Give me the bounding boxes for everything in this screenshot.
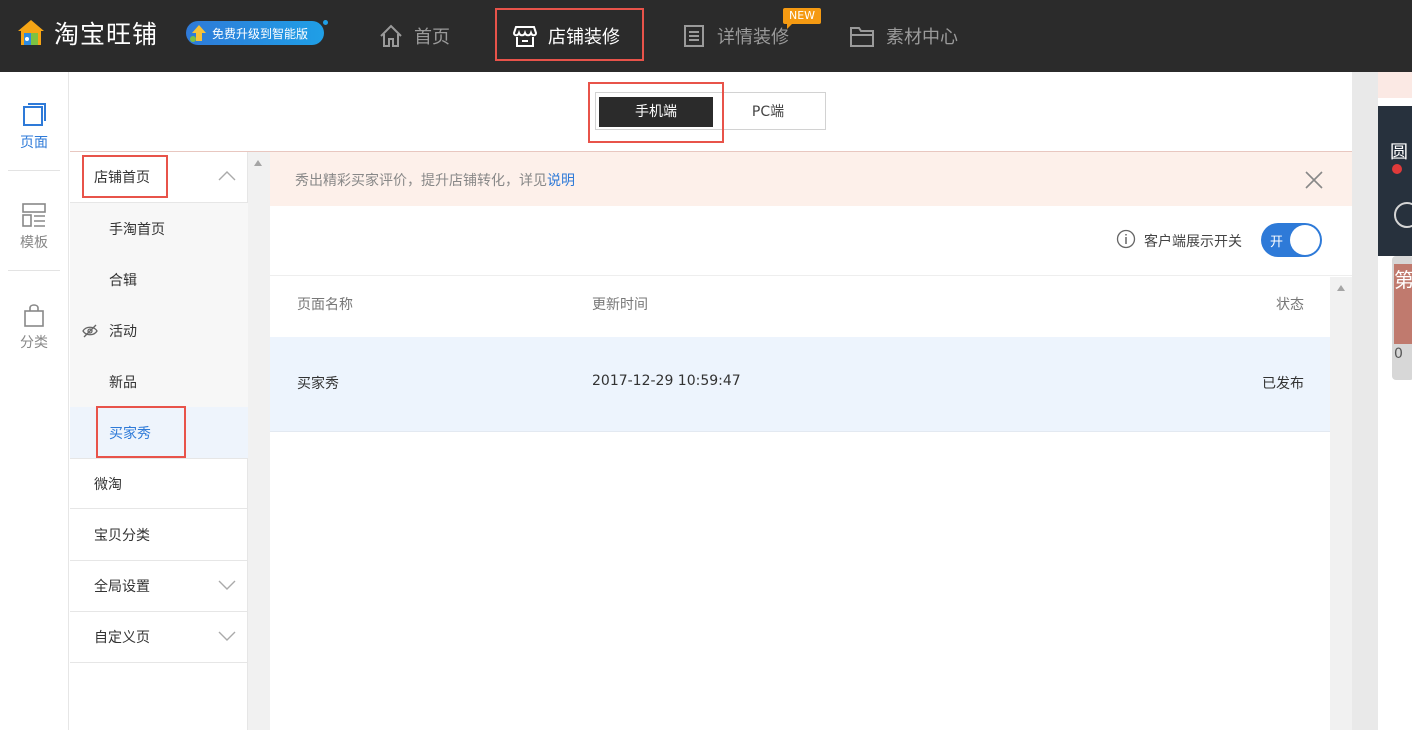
preview-badge-icon <box>1392 164 1402 174</box>
mobile-preview: 圆 第 0 <box>1378 72 1412 730</box>
preview-scrollbar[interactable] <box>1352 72 1378 730</box>
rail-item-category[interactable]: 分类 <box>0 282 68 372</box>
main-scrollbar[interactable] <box>1330 277 1352 730</box>
submenu-scrollbar[interactable] <box>248 152 270 730</box>
pc-tab[interactable]: PC端 <box>722 97 814 127</box>
rail-item-page[interactable]: 页面 <box>0 82 68 172</box>
device-highlight-box <box>588 82 724 143</box>
shop-home-highlight-box <box>82 155 168 198</box>
rail-item-template[interactable]: 模板 <box>0 182 68 272</box>
client-display-switch[interactable]: 开 <box>1261 223 1322 257</box>
nav-materials-label: 素材中心 <box>886 27 958 48</box>
close-icon[interactable] <box>1304 170 1324 190</box>
nav-home[interactable]: 首页 <box>378 0 450 72</box>
menu-item-label: 手淘首页 <box>109 221 165 238</box>
scroll-up-arrow-icon[interactable] <box>1337 285 1345 291</box>
buyer-show-highlight-box <box>96 406 186 458</box>
notice-message: 秀出精彩买家评价，提升店铺转化，详见 <box>295 173 547 189</box>
menu-group-label: 宝贝分类 <box>94 528 150 544</box>
menu-custom-pages[interactable]: 自定义页 <box>70 612 248 663</box>
client-display-row: 客户端展示开关 开 <box>270 206 1352 276</box>
row-status: 已发布 <box>1262 376 1304 392</box>
home-icon <box>380 24 402 47</box>
folder-icon <box>850 27 874 47</box>
menu-item-label: 合辑 <box>109 272 137 289</box>
hidden-eye-icon[interactable] <box>82 324 98 338</box>
column-header-name: 页面名称 <box>297 297 353 313</box>
client-display-label: 客户端展示开关 <box>1144 234 1242 250</box>
menu-group-label: 全局设置 <box>94 579 150 595</box>
row-page-name: 买家秀 <box>297 376 339 392</box>
upgrade-label: 免费升级到智能版 <box>212 26 309 41</box>
preview-top-band <box>1378 72 1412 98</box>
row-updated-time: 2017-12-29 10:59:47 <box>592 373 741 389</box>
nav-detail-decoration[interactable]: 详情装修 <box>681 0 789 72</box>
menu-item-mobile-home[interactable]: 手淘首页 <box>70 203 248 254</box>
table-row[interactable]: 买家秀 2017-12-29 10:59:47 已发布 <box>270 337 1330 432</box>
rail-item-template-label: 模板 <box>20 235 48 251</box>
rail-divider <box>8 170 60 171</box>
rail-item-page-label: 页面 <box>20 135 48 151</box>
nav-highlight-box <box>495 8 644 61</box>
bag-icon <box>24 304 44 327</box>
switch-knob <box>1290 225 1320 255</box>
chevron-down-icon <box>218 580 236 590</box>
scroll-up-arrow-icon[interactable] <box>254 160 262 166</box>
nav-home-label: 首页 <box>414 27 450 48</box>
switch-state-text: 开 <box>1270 235 1284 250</box>
nav-materials[interactable]: 素材中心 <box>848 0 958 72</box>
menu-item-collection[interactable]: 合辑 <box>70 254 248 305</box>
template-icon <box>22 203 46 227</box>
column-header-status: 状态 <box>1276 297 1304 313</box>
preview-card-digit: 0 <box>1394 346 1403 362</box>
notice-text: 秀出精彩买家评价，提升店铺转化，详见说明 <box>295 170 575 190</box>
menu-item-activity[interactable]: 活动 <box>70 305 248 356</box>
menu-group-label: 微淘 <box>94 476 122 493</box>
logo[interactable]: 淘宝旺铺 <box>16 16 158 50</box>
notice-link[interactable]: 说明 <box>547 173 575 189</box>
menu-item-label: 活动 <box>109 323 137 340</box>
preview-title: 圆 <box>1390 142 1408 163</box>
chevron-up-icon <box>218 171 236 181</box>
logo-house-icon <box>16 18 46 48</box>
left-rail: 页面 模板 分类 <box>0 72 69 730</box>
list-icon <box>684 25 704 47</box>
preview-header <box>1378 106 1412 256</box>
preview-card-char: 第 <box>1394 268 1412 292</box>
notice-banner: 秀出精彩买家评价，提升店铺转化，详见说明 <box>270 152 1352 206</box>
brand-name: 淘宝旺铺 <box>54 20 159 49</box>
menu-item-new[interactable]: 新品 <box>70 356 248 407</box>
menu-item-label: 新品 <box>109 374 137 391</box>
new-badge: NEW <box>783 8 821 29</box>
nav-detail-decoration-label: 详情装修 <box>717 27 789 48</box>
top-bar: 淘宝旺铺 免费升级到智能版 首页 店铺装修 详情装修 NEW 素材中心 <box>0 0 1412 72</box>
chevron-down-icon <box>218 631 236 641</box>
upgrade-button[interactable]: 免费升级到智能版 <box>186 20 328 45</box>
page-icon <box>23 103 46 126</box>
rail-divider <box>8 270 60 271</box>
upgrade-dot <box>323 20 328 25</box>
info-icon[interactable] <box>1116 229 1136 249</box>
menu-weitao[interactable]: 微淘 <box>70 458 248 509</box>
upgrade-arrow-icon <box>188 22 210 44</box>
menu-global-settings[interactable]: 全局设置 <box>70 561 248 612</box>
menu-item-category[interactable]: 宝贝分类 <box>70 510 248 561</box>
column-header-updated: 更新时间 <box>592 297 648 313</box>
menu-group-label: 自定义页 <box>94 630 150 646</box>
rail-item-category-label: 分类 <box>20 335 48 351</box>
